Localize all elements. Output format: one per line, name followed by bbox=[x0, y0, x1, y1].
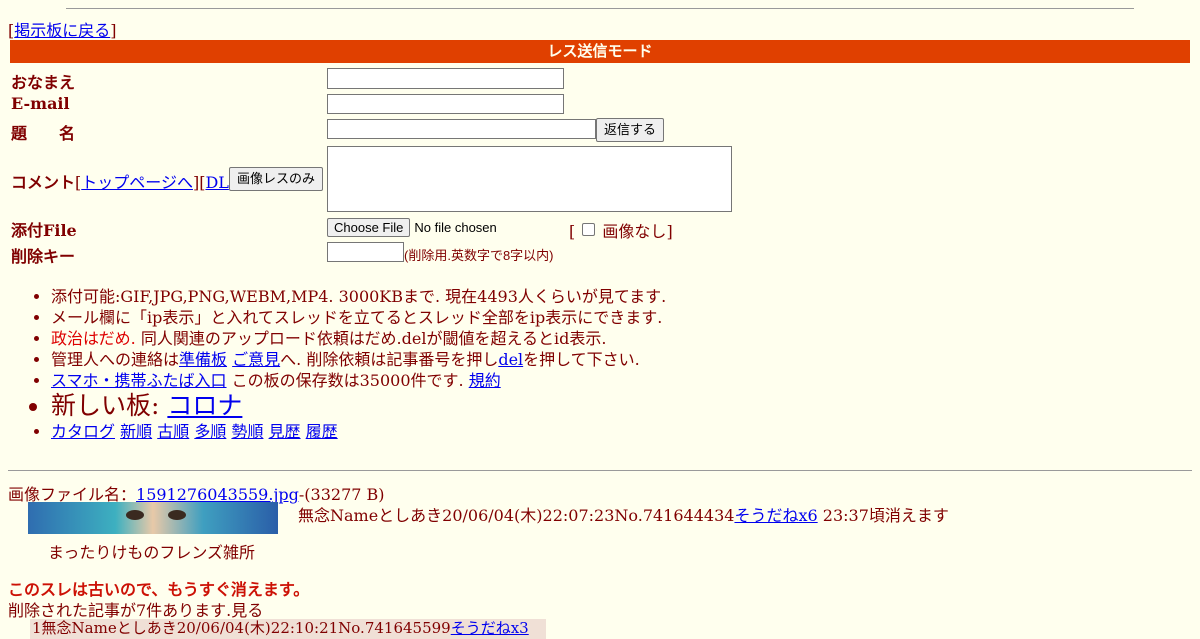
dl-link[interactable]: DL bbox=[205, 173, 228, 192]
sort-link[interactable]: 多順 bbox=[194, 422, 226, 441]
thread-divider bbox=[8, 470, 1192, 471]
op-post-header: 無念Nameとしあき20/06/04(木)22:07:23No.74164443… bbox=[298, 506, 949, 525]
note-ip-display: メール欄に「ip表示」と入れてスレッドを立てるとスレッド全部をip表示にできます… bbox=[51, 307, 666, 328]
note-rules: 政治はだめ. 同人関連のアップロード依頼はだめ.delが閾値を超えるとid表示. bbox=[51, 328, 666, 349]
note-attachments: 添付可能:GIF,JPG,PNG,WEBM,MP4. 3000KBまで. 現在4… bbox=[51, 286, 666, 307]
mobile-entrance-link[interactable]: スマホ・携帯ふたば入口 bbox=[51, 371, 227, 390]
reply-sodane-link[interactable]: そうだねx3 bbox=[451, 619, 529, 637]
feedback-link[interactable]: ご意見 bbox=[232, 350, 280, 369]
sort-link[interactable]: 古順 bbox=[157, 422, 189, 441]
terms-link[interactable]: 規約 bbox=[469, 371, 501, 390]
subject-label: 題 名 bbox=[11, 124, 76, 143]
sort-link[interactable]: 新順 bbox=[120, 422, 152, 441]
note-contact: 管理人への連絡は準備板 ご意見へ. 削除依頼は記事番号を押しdelを押して下さい… bbox=[51, 349, 666, 370]
back-to-board-link[interactable]: 掲示板に戻る bbox=[14, 21, 110, 40]
toppage-link[interactable]: トップページへ bbox=[81, 173, 193, 192]
back-nav: [掲示板に戻る] bbox=[8, 21, 117, 40]
op-sodane-link[interactable]: そうだねx6 bbox=[734, 506, 817, 525]
name-input[interactable] bbox=[327, 68, 564, 89]
file-picker: Choose File No file chosen bbox=[327, 218, 497, 237]
note-sort-links: カタログ 新順 古順 多順 勢順 見歴 履歴 bbox=[51, 421, 666, 442]
sort-link[interactable]: 見歴 bbox=[269, 422, 301, 441]
deleted-posts-notice[interactable]: 削除された記事が7件あります.見る bbox=[8, 597, 263, 621]
note-mobile: スマホ・携帯ふたば入口 この板の保存数は35000件です. 規約 bbox=[51, 370, 666, 391]
board-notes: 添付可能:GIF,JPG,PNG,WEBM,MP4. 3000KBまで. 現在4… bbox=[51, 286, 666, 442]
submit-reply-button[interactable]: 返信する bbox=[596, 118, 664, 142]
note-new-board: 新しい板: コロナ bbox=[51, 391, 666, 421]
delete-key-label: 削除キー bbox=[11, 247, 76, 266]
email-label: E-mail bbox=[11, 94, 70, 113]
comment-textarea[interactable] bbox=[327, 146, 732, 212]
sort-link[interactable]: 履歴 bbox=[306, 422, 338, 441]
del-link[interactable]: del bbox=[498, 350, 523, 369]
thread-caption: まったりけものフレンズ雑所 bbox=[48, 543, 256, 562]
choose-file-button[interactable]: Choose File bbox=[327, 218, 411, 237]
reply-mode-banner: レス送信モード bbox=[10, 40, 1190, 63]
thread-thumbnail[interactable] bbox=[28, 502, 278, 534]
no-image-checkbox[interactable] bbox=[582, 223, 596, 236]
no-image-label: 画像なし bbox=[602, 222, 667, 241]
email-input[interactable] bbox=[327, 94, 564, 114]
sort-link[interactable]: 勢順 bbox=[231, 422, 263, 441]
note-politics: 政治はだめ. bbox=[51, 329, 136, 348]
sort-link[interactable]: カタログ bbox=[51, 422, 115, 441]
name-label: おなまえ bbox=[11, 73, 76, 92]
file-label: 添付File bbox=[11, 221, 77, 240]
subject-input[interactable] bbox=[327, 119, 596, 139]
comment-label-row: コメント[トップページへ][DL] bbox=[11, 173, 235, 192]
image-only-reply-button[interactable]: 画像レスのみ bbox=[229, 167, 323, 191]
prep-board-link[interactable]: 準備板 bbox=[179, 350, 227, 369]
top-divider bbox=[66, 8, 1134, 9]
comment-label: コメント bbox=[11, 173, 76, 192]
delete-key-note: (削除用.英数字で8字以内) bbox=[404, 248, 554, 263]
corona-board-link[interactable]: コロナ bbox=[167, 391, 242, 420]
reply-post: 1無念Nameとしあき20/06/04(木)22:10:21No.7416455… bbox=[30, 619, 546, 639]
no-file-text: No file chosen bbox=[414, 220, 497, 235]
delete-key-input[interactable] bbox=[327, 242, 404, 262]
no-image-option: [ 画像なし] bbox=[569, 222, 673, 241]
